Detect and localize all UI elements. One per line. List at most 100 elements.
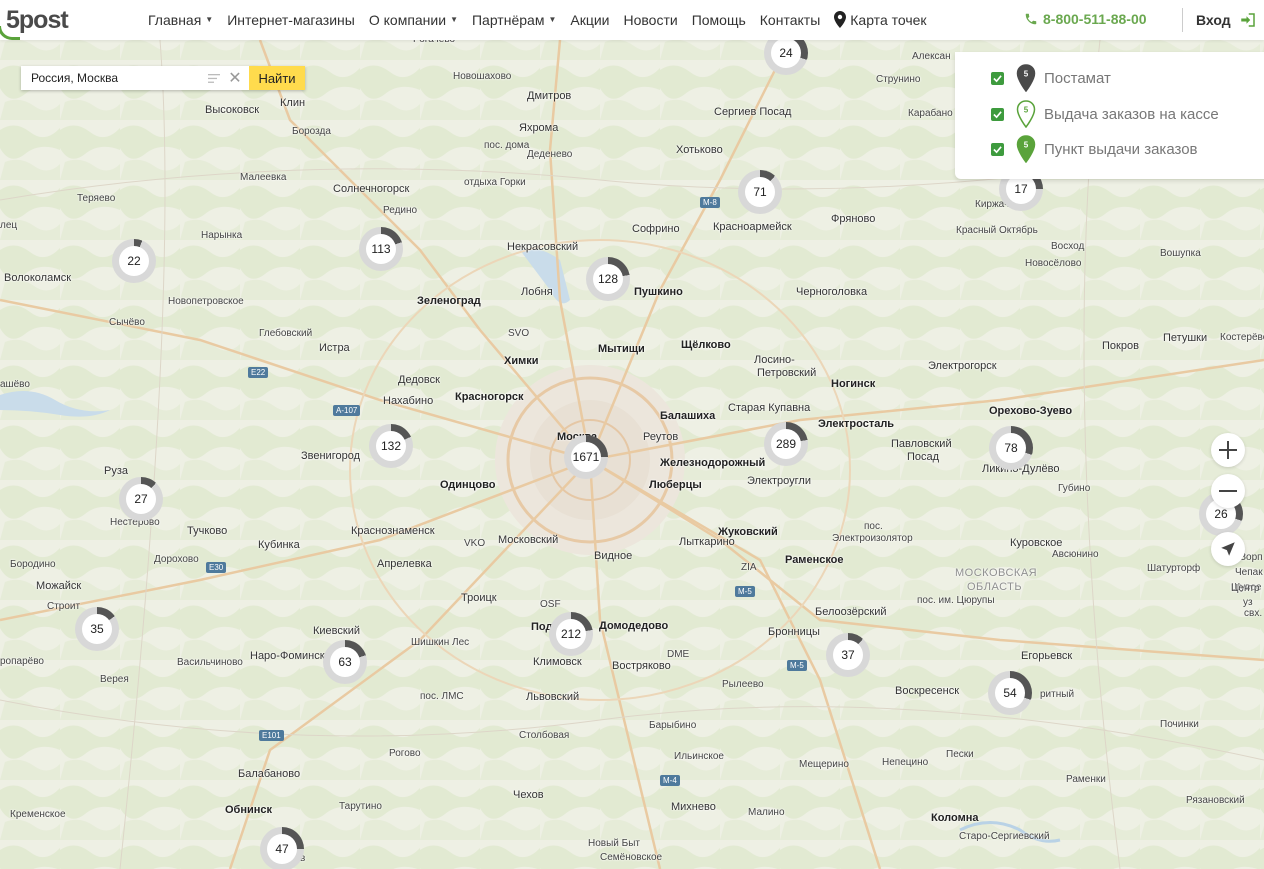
legend-checkbox[interactable] — [991, 142, 1004, 156]
nav-item-0[interactable]: Главная ▼ — [148, 11, 213, 28]
place-label: Климовск — [533, 656, 582, 668]
cluster-marker[interactable]: 54 — [988, 671, 1032, 715]
nav-item-3[interactable]: Партнёрам ▼ — [472, 11, 556, 28]
list-icon[interactable] — [207, 66, 221, 90]
legend-item-2[interactable]: 5 Пункт выдачи заказов — [991, 135, 1198, 163]
place-label: Обнинск — [225, 804, 273, 816]
place-label: Петровский — [757, 367, 817, 379]
place-label: Сычёво — [109, 317, 145, 328]
nav-item-2[interactable]: О компании ▼ — [369, 11, 458, 28]
nav-item-4[interactable]: Акции — [570, 11, 609, 28]
place-label: Троицк — [461, 592, 497, 604]
map-pin-icon — [834, 11, 847, 28]
geolocation-button[interactable] — [1211, 532, 1245, 566]
place-label: Солнечногорск — [333, 183, 410, 195]
cluster-marker[interactable]: 22 — [112, 239, 156, 283]
place-label: Михнево — [671, 801, 716, 813]
cluster-marker[interactable]: 35 — [75, 607, 119, 651]
legend-item-0[interactable]: 5 Постамат — [991, 64, 1111, 92]
cluster-marker[interactable]: 47 — [260, 827, 304, 869]
road-shield: M-8 — [700, 197, 720, 208]
place-label: Нахабино — [383, 395, 434, 407]
place-label: Орехово-Зуево — [989, 405, 1073, 417]
cluster-marker[interactable]: 1671 — [564, 435, 608, 479]
place-label: Яхрома — [519, 122, 559, 134]
nav-item-6[interactable]: Помощь — [692, 11, 746, 28]
map-pin-icon: 5 — [1016, 100, 1036, 128]
place-label: Теряево — [77, 193, 116, 204]
nav-item-7[interactable]: Контакты — [760, 11, 820, 28]
nav-item-label: Контакты — [759, 11, 821, 28]
svg-text:5: 5 — [1024, 106, 1029, 115]
cluster-marker[interactable]: 128 — [586, 257, 630, 301]
place-label: Черноголовка — [796, 286, 868, 298]
place-label: Коломна — [931, 812, 979, 824]
cluster-marker[interactable]: 27 — [119, 477, 163, 521]
place-label: Красный Октябрь — [956, 225, 1038, 236]
place-label: Авсюнино — [1052, 549, 1099, 560]
phone-number: 8-800-511-88-00 — [1043, 11, 1147, 27]
place-label: DME — [667, 649, 690, 660]
cluster-marker[interactable]: 63 — [323, 640, 367, 684]
place-label: Сергиев Посад — [714, 106, 792, 118]
legend-checkbox[interactable] — [991, 107, 1004, 121]
cluster-count: 35 — [82, 614, 112, 644]
place-label: Одинцово — [440, 479, 496, 491]
place-label: Костерёво — [1220, 332, 1264, 343]
place-label: Ногинск — [831, 378, 876, 390]
place-label: Электроизолятор — [832, 533, 913, 544]
cluster-marker[interactable]: 37 — [826, 633, 870, 677]
clear-icon[interactable]: ✕ — [227, 66, 243, 90]
place-label: Апрелевка — [377, 558, 432, 570]
login-button[interactable]: Вход — [1196, 11, 1257, 29]
place-label: Зеленоград — [417, 295, 481, 307]
place-label: Вошупка — [1160, 248, 1201, 259]
place-label: Дмитров — [527, 90, 572, 102]
place-label: Малеевка — [240, 172, 287, 183]
place-label: Воскресенск — [895, 685, 960, 697]
cluster-marker[interactable]: 113 — [359, 227, 403, 271]
legend-checkbox[interactable] — [991, 71, 1004, 85]
place-label: Починки — [1160, 719, 1199, 730]
place-label: Софрино — [632, 223, 680, 235]
place-label: Фряново — [831, 213, 876, 225]
place-label: Барыбино — [649, 720, 697, 731]
cluster-marker[interactable]: 289 — [764, 422, 808, 466]
nav-item-8[interactable]: Карта точек — [834, 11, 927, 28]
cluster-count: 78 — [996, 433, 1026, 463]
place-label: Наро-Фоминск — [250, 650, 325, 662]
place-label: Электросталь — [818, 418, 895, 430]
place-label: Киевский — [313, 625, 360, 637]
search-input[interactable] — [21, 66, 203, 90]
cluster-marker[interactable]: 71 — [738, 170, 782, 214]
place-label: Реутов — [643, 431, 679, 443]
place-label: VKO — [464, 538, 486, 549]
cluster-count: 24 — [771, 38, 801, 68]
phone-link[interactable]: 8-800-511-88-00 — [1024, 11, 1147, 27]
place-label: Шишкин Лес — [411, 637, 470, 648]
place-label: Рылеево — [722, 679, 764, 690]
legend-label: Выдача заказов на кассе — [1044, 105, 1219, 123]
logo[interactable]: 5post — [0, 4, 72, 40]
nav-item-1[interactable]: Интернет-магазины — [227, 11, 355, 28]
svg-text:5: 5 — [1024, 141, 1029, 150]
place-label: Дедовск — [398, 374, 440, 386]
place-label: пос. дома — [484, 140, 530, 151]
zoom-out-button[interactable] — [1211, 474, 1245, 508]
zoom-in-button[interactable] — [1211, 433, 1245, 467]
cluster-marker[interactable]: 212 — [549, 612, 593, 656]
place-label: Семёновское — [600, 852, 663, 863]
place-label: Рязановский — [1186, 795, 1245, 806]
nav-item-5[interactable]: Новости — [624, 11, 678, 28]
point-type-legend: 5 Постамат 5 Выдача заказов на кассе 5 Пункт … — [955, 52, 1264, 179]
map-pin-icon: 5 — [1016, 64, 1036, 92]
find-button[interactable]: Найти — [249, 66, 305, 90]
place-label: ритный — [1040, 689, 1075, 700]
place-label: Тучково — [187, 525, 228, 537]
login-label: Вход — [1196, 12, 1231, 28]
legend-item-1[interactable]: 5 Выдача заказов на кассе — [991, 100, 1219, 128]
place-label: Шатурторф — [1147, 563, 1201, 574]
cluster-marker[interactable]: 78 — [989, 426, 1033, 470]
cluster-marker[interactable]: 132 — [369, 424, 413, 468]
place-label: Бородино — [10, 559, 56, 570]
